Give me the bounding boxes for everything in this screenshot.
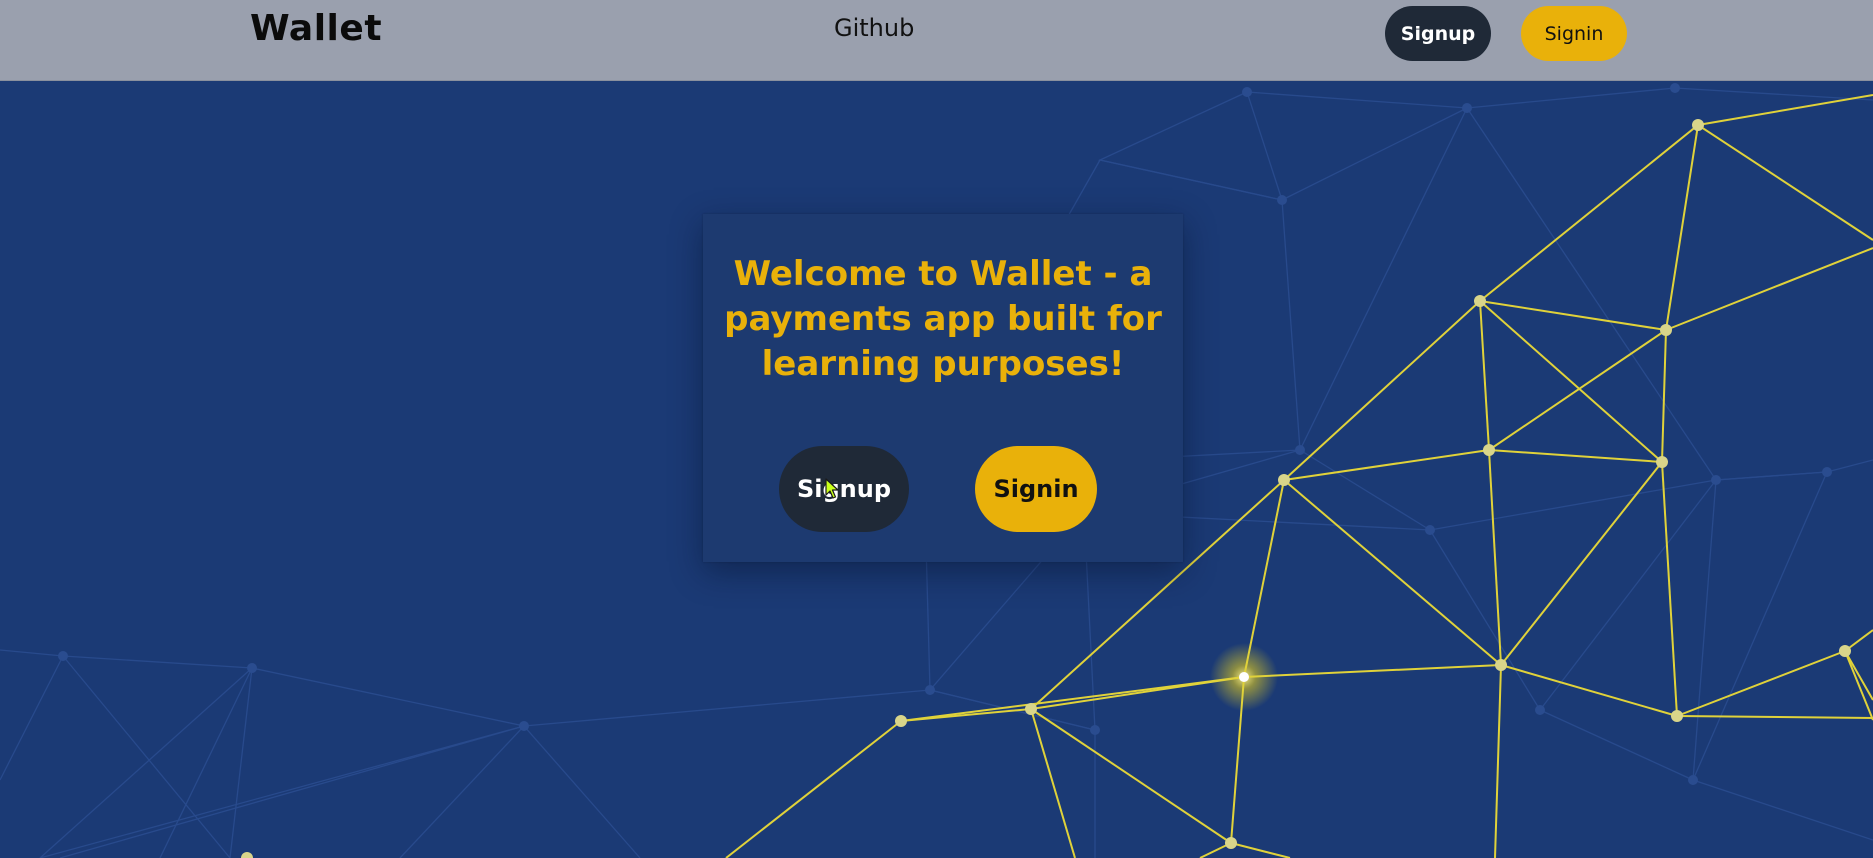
- hero-section: Welcome to Wallet - a payments app built…: [0, 80, 1873, 858]
- nav-signin-button[interactable]: Signin: [1521, 6, 1627, 61]
- welcome-heading: Welcome to Wallet - a payments app built…: [724, 254, 1162, 384]
- hero-signup-button[interactable]: Signup: [779, 446, 909, 532]
- hero-signin-button[interactable]: Signin: [975, 446, 1097, 532]
- mouse-pointer-icon: [825, 478, 839, 499]
- brand-logo[interactable]: Wallet: [250, 8, 382, 49]
- github-link[interactable]: Github: [834, 14, 914, 42]
- top-navbar: Wallet Github Signup Signin: [0, 0, 1873, 81]
- nav-signup-button[interactable]: Signup: [1385, 6, 1491, 61]
- welcome-card: Welcome to Wallet - a payments app built…: [703, 214, 1183, 562]
